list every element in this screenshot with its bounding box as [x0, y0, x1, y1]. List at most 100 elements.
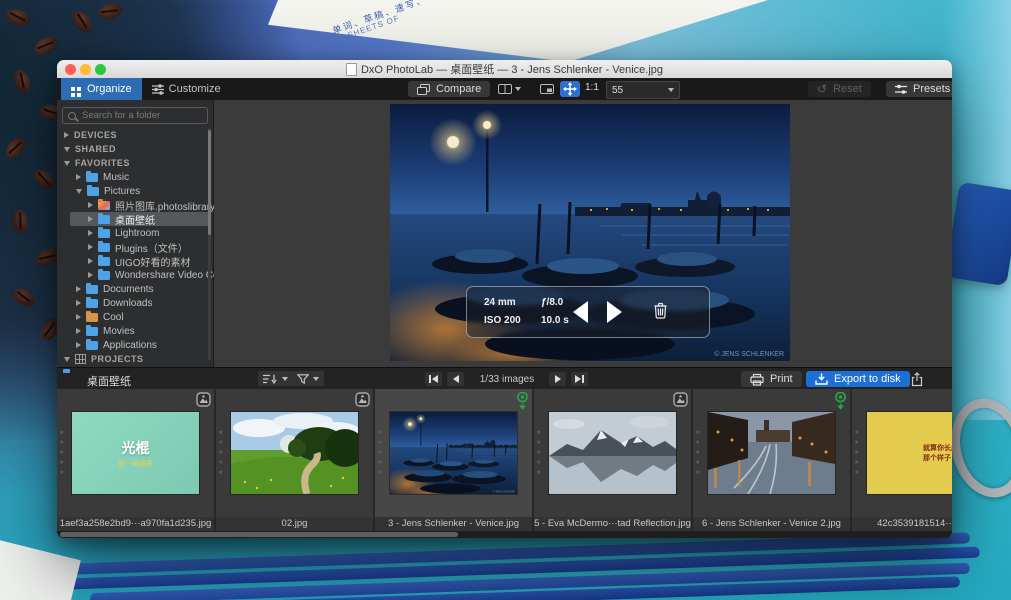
- thumbnail-cell-6[interactable]: ★★★★★ 就算你长成你身份证 那个样子，我也照样: [852, 389, 952, 517]
- disclosure-icon[interactable]: [76, 342, 81, 348]
- disclosure-icon[interactable]: [64, 147, 70, 152]
- disclosure-icon[interactable]: [88, 258, 93, 264]
- close-window-button[interactable]: [65, 64, 76, 75]
- share-button[interactable]: [909, 371, 925, 387]
- thumbnail-image[interactable]: [231, 412, 358, 494]
- sidebar-item-projects[interactable]: PROJECTS: [57, 352, 213, 366]
- split-view-button[interactable]: [498, 81, 521, 97]
- thumbnail-image[interactable]: [708, 412, 835, 494]
- sidebar-item-wondershare[interactable]: Wondershare Video Co…: [57, 268, 213, 282]
- folder-icon: [87, 187, 99, 196]
- next-image-button[interactable]: [549, 372, 566, 386]
- sidebar-item-devices[interactable]: DEVICES: [57, 128, 213, 142]
- previous-image-button[interactable]: [447, 372, 464, 386]
- disclosure-icon[interactable]: [88, 216, 93, 222]
- next-image-arrow[interactable]: [607, 301, 622, 323]
- thumbnail-cell-3-selected[interactable]: ★★★★★ © JENS SCHLENKER: [375, 389, 532, 517]
- document-proxy-icon: [346, 63, 357, 76]
- sidebar-item-plugins[interactable]: Plugins（文件）: [57, 240, 213, 254]
- reset-button[interactable]: ↺ Reset: [808, 81, 871, 97]
- star-rating[interactable]: ★★★★★: [218, 429, 223, 478]
- folder-tree: DEVICES SHARED FAVORITES Music Pictures …: [57, 128, 213, 366]
- star-rating[interactable]: ★★★★★: [854, 429, 859, 478]
- sort-button[interactable]: [258, 371, 293, 386]
- presets-button[interactable]: Presets: [886, 81, 952, 97]
- folder-icon: [86, 285, 98, 294]
- search-input[interactable]: [80, 109, 194, 122]
- disclosure-icon[interactable]: [88, 202, 93, 208]
- folder-search[interactable]: [62, 107, 208, 124]
- thumbnail-cell-2[interactable]: ★★★★★: [216, 389, 373, 517]
- sidebar-item-applications[interactable]: Applications: [57, 338, 213, 352]
- thumbnail-image[interactable]: [549, 412, 676, 494]
- thumbnail-filename: 3 - Jens Schlenker - Venice.jpg: [375, 517, 534, 531]
- last-image-button[interactable]: [571, 372, 588, 386]
- sidebar-item-favorites[interactable]: FAVORITES: [57, 156, 213, 170]
- disclosure-icon[interactable]: [64, 161, 70, 166]
- thumbnail-image[interactable]: © JENS SCHLENKER: [390, 412, 517, 494]
- star-rating[interactable]: ★★★★★: [59, 429, 64, 478]
- star-rating[interactable]: ★★★★★: [377, 429, 382, 478]
- thumbnail-image[interactable]: 光棍 是一种境界: [72, 412, 199, 494]
- disclosure-icon[interactable]: [64, 357, 70, 362]
- disclosure-icon[interactable]: [76, 314, 81, 320]
- tab-organize-label: Organize: [87, 83, 132, 95]
- trash-icon[interactable]: [653, 302, 668, 324]
- disclosure-icon[interactable]: [88, 244, 93, 250]
- tab-customize[interactable]: Customize: [142, 78, 231, 100]
- fit-to-screen-button[interactable]: [540, 81, 554, 97]
- processed-image-badge-icon: [516, 392, 529, 416]
- sidebar-item-uigo[interactable]: UIGO好看的素材: [57, 254, 213, 268]
- disclosure-icon[interactable]: [64, 132, 69, 138]
- presets-sliders-icon: [895, 84, 907, 95]
- star-rating[interactable]: ★★★★★: [536, 429, 541, 478]
- sidebar-item-pictures[interactable]: Pictures: [57, 184, 213, 198]
- print-button[interactable]: Print: [741, 371, 802, 387]
- sidebar-item-music[interactable]: Music: [57, 170, 213, 184]
- first-image-button[interactable]: [425, 372, 442, 386]
- sidebar-item-documents[interactable]: Documents: [57, 282, 213, 296]
- title-bar: DxO PhotoLab — 桌面壁纸 — 3 - Jens Schlenker…: [57, 60, 952, 79]
- filmstrip-filenames: 1aef3a258e2bd9···a970fa1d235.jpg 02.jpg …: [57, 517, 952, 531]
- reset-undo-icon: ↺: [817, 83, 827, 95]
- disclosure-icon[interactable]: [76, 286, 81, 292]
- minimize-window-button[interactable]: [80, 64, 91, 75]
- zoom-level-select[interactable]: 55: [606, 81, 680, 99]
- filter-funnel-icon: [297, 374, 309, 384]
- thumbnail-cell-1[interactable]: ★★★★★ 光棍 是一种境界: [57, 389, 214, 517]
- thumbnail-filename: 02.jpg: [216, 517, 375, 531]
- sidebar-item-cool[interactable]: Cool: [57, 310, 213, 324]
- thumbnail-image[interactable]: 就算你长成你身份证 那个样子，我也照样: [867, 412, 952, 494]
- star-rating[interactable]: ★★★★★: [695, 429, 700, 478]
- disclosure-icon[interactable]: [76, 328, 81, 334]
- disclosure-icon[interactable]: [76, 174, 81, 180]
- sidebar-item-shared[interactable]: SHARED: [57, 142, 213, 156]
- sidebar-item-lightroom[interactable]: Lightroom: [57, 226, 213, 240]
- filmstrip-scrollbar-thumb[interactable]: [60, 532, 458, 537]
- thumbnail-cell-4[interactable]: ★★★★★: [534, 389, 691, 517]
- disclosure-icon[interactable]: [76, 189, 82, 194]
- zoom-window-button[interactable]: [95, 64, 106, 75]
- previous-image-arrow[interactable]: [573, 301, 588, 323]
- printer-icon: [750, 373, 764, 386]
- reset-label: Reset: [833, 83, 862, 95]
- dxo-photolab-window: DxO PhotoLab — 桌面壁纸 — 3 - Jens Schlenker…: [57, 60, 952, 538]
- compare-button[interactable]: Compare: [408, 81, 490, 97]
- sidebar-item-downloads[interactable]: Downloads: [57, 296, 213, 310]
- main-toolbar: Organize Customize Compare 1:1: [57, 78, 952, 100]
- folder-icon: [86, 299, 98, 308]
- sidebar-item-movies[interactable]: Movies: [57, 324, 213, 338]
- sidebar-item-desktop-wallpaper[interactable]: 桌面壁纸: [57, 212, 213, 226]
- sidebar-scrollbar-thumb[interactable]: [208, 130, 211, 235]
- export-to-disk-button[interactable]: Export to disk: [806, 371, 910, 387]
- processed-image-badge-icon: [834, 392, 847, 416]
- disclosure-icon[interactable]: [88, 230, 93, 236]
- thumbnail-cell-5[interactable]: ★★★★★: [693, 389, 850, 517]
- disclosure-icon[interactable]: [76, 300, 81, 306]
- filter-button[interactable]: [292, 371, 324, 386]
- zoom-ratio-label[interactable]: 1:1: [585, 82, 599, 93]
- disclosure-icon[interactable]: [88, 272, 93, 278]
- sidebar-item-photoslibrary[interactable]: 照片图库.photoslibrary: [57, 198, 213, 212]
- pan-tool-button[interactable]: [560, 81, 580, 97]
- tab-organize[interactable]: Organize: [61, 78, 142, 100]
